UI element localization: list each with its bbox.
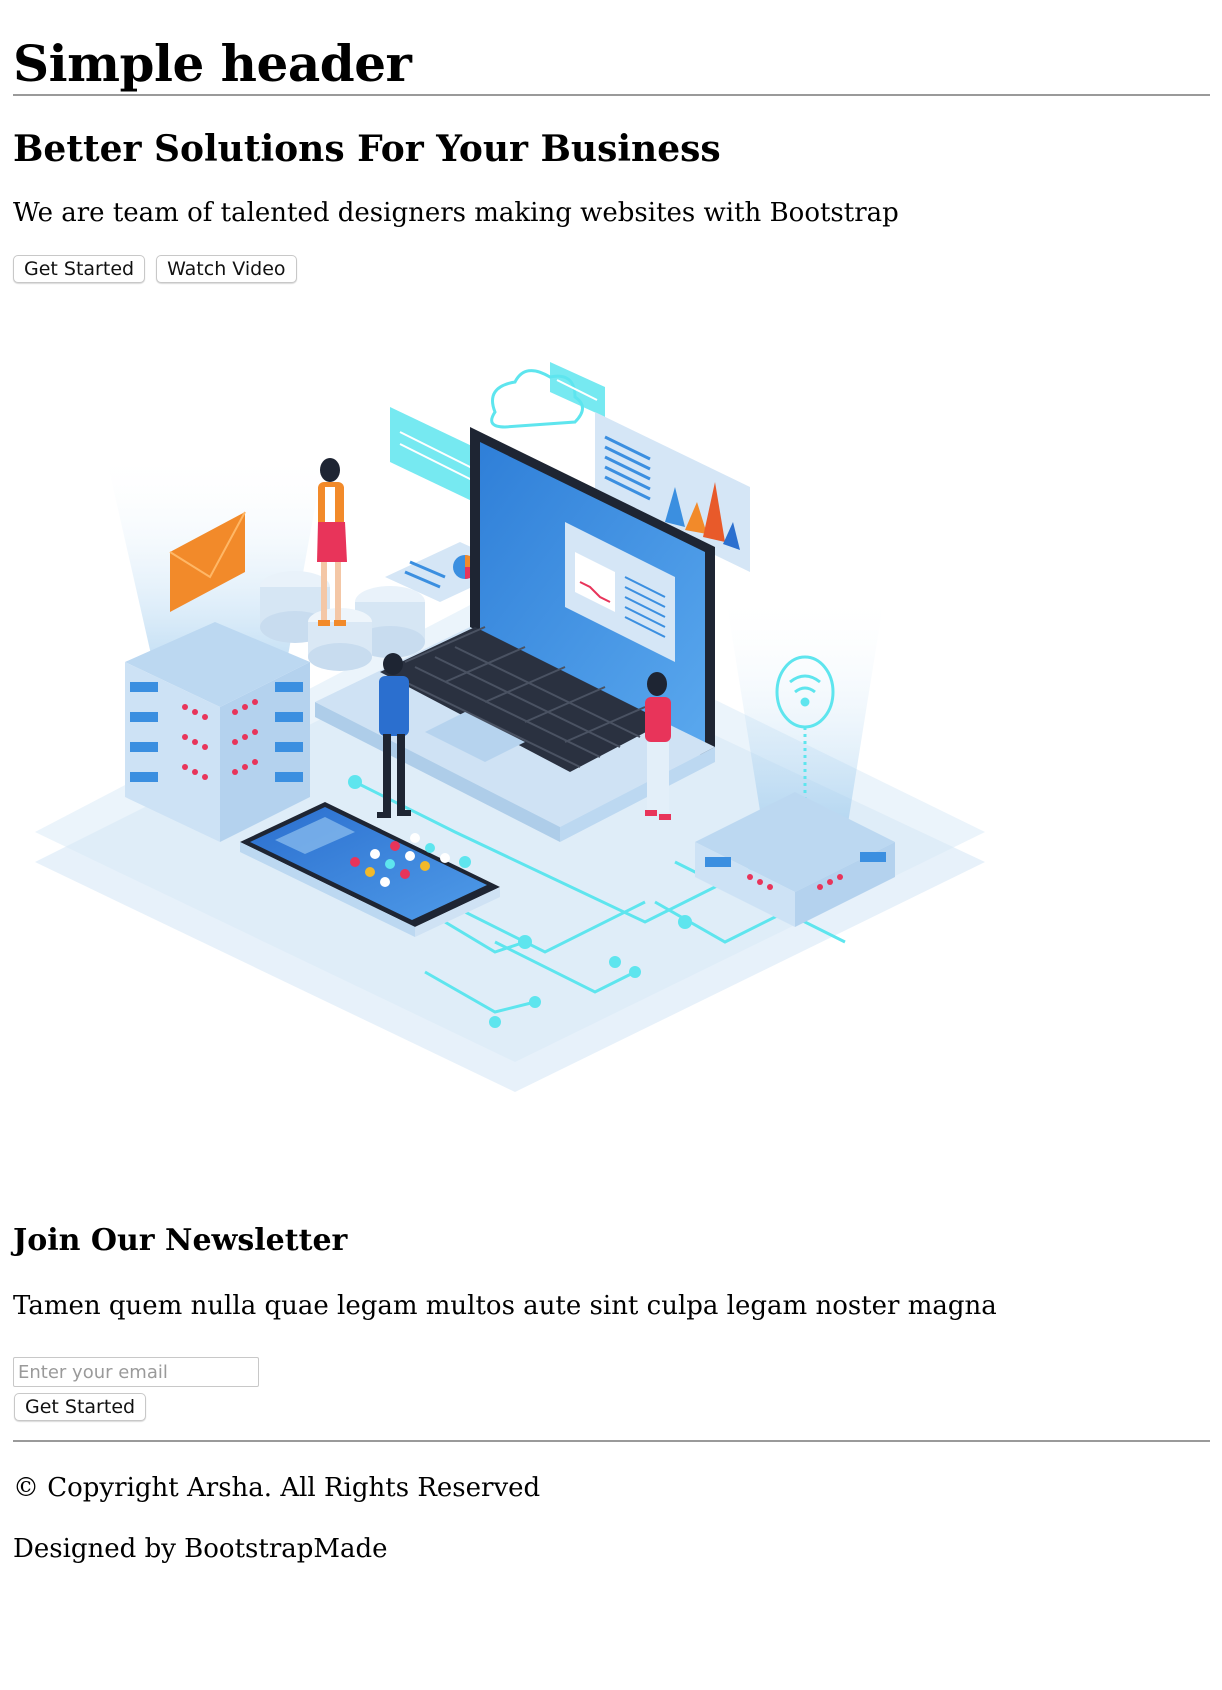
footer-credits: Designed by BootstrapMade	[13, 1534, 388, 1564]
newsletter-submit-button[interactable]: Get Started	[14, 1393, 147, 1421]
floating-panel-small	[550, 362, 605, 417]
get-started-button[interactable]: Get Started	[13, 255, 146, 283]
newsletter-text: Tamen quem nulla quae legam multos aute …	[13, 1291, 997, 1321]
hero-illustration	[35, 362, 985, 1092]
email-input[interactable]	[13, 1357, 259, 1387]
left-server	[105, 452, 325, 842]
newsletter-title: Join Our Newsletter	[13, 1223, 348, 1258]
woman-figure-orange	[317, 458, 347, 626]
hero-button-row: Get Started Watch Video	[13, 229, 1209, 283]
hero-title: Better Solutions For Your Business	[13, 128, 721, 170]
footer-divider	[13, 1440, 1210, 1442]
hero-subtitle: We are team of talented designers making…	[13, 198, 899, 228]
watch-video-button[interactable]: Watch Video	[156, 255, 297, 283]
page-header-title: Simple header	[13, 34, 412, 93]
page: Simple header Better Solutions For Your …	[0, 0, 1222, 283]
footer-copyright: © Copyright Arsha. All Rights Reserved	[13, 1473, 541, 1503]
